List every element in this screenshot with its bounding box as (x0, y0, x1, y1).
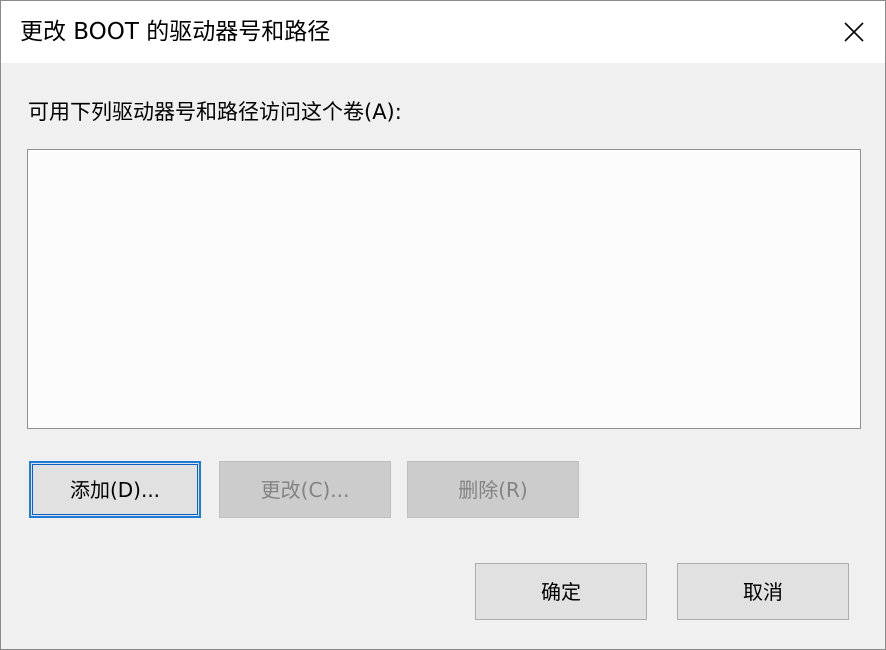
cancel-button-label: 取消 (743, 579, 783, 604)
close-button[interactable] (823, 1, 885, 63)
change-button-label: 更改(C)... (260, 477, 350, 502)
add-button-label: 添加(D)... (69, 477, 161, 502)
close-icon (844, 22, 864, 42)
change-button[interactable]: 更改(C)... (219, 461, 391, 518)
add-button[interactable]: 添加(D)... (29, 461, 201, 518)
delete-button[interactable]: 删除(R) (407, 461, 579, 518)
delete-button-label: 删除(R) (458, 477, 528, 502)
cancel-button[interactable]: 取消 (677, 563, 849, 620)
ok-button-label: 确定 (541, 579, 581, 604)
drive-paths-label: 可用下列驱动器号和路径访问这个卷(A): (28, 100, 402, 124)
title-bar: 更改 BOOT 的驱动器号和路径 (1, 1, 885, 63)
change-drive-letter-dialog: 更改 BOOT 的驱动器号和路径 可用下列驱动器号和路径访问这个卷(A): 添加… (0, 0, 886, 650)
drive-paths-list[interactable] (27, 149, 861, 429)
ok-button[interactable]: 确定 (475, 563, 647, 620)
window-title: 更改 BOOT 的驱动器号和路径 (20, 19, 331, 45)
